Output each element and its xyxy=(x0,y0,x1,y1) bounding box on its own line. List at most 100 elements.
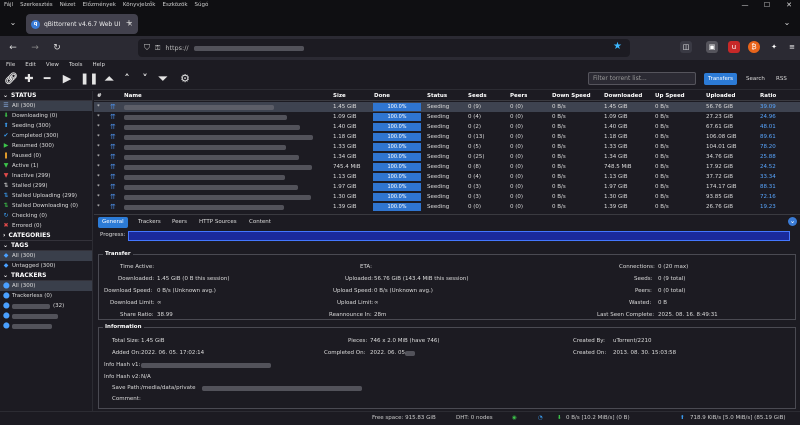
tab-peers[interactable]: Peers xyxy=(168,217,191,228)
sidebar-item-status[interactable]: ↻ Checking (0) xyxy=(0,211,92,221)
tab-list-icon[interactable]: ⌄ xyxy=(6,16,20,30)
collapse-panel-icon[interactable]: ⌄ xyxy=(788,217,797,226)
col-header-uploaded[interactable]: Uploaded xyxy=(706,91,735,101)
table-row[interactable]: * 1.40 GiB Seeding 0 (2) 0 (0) 0 B/s 1.40 GiB 0… xyxy=(94,122,800,132)
table-row[interactable]: * 1.30 GiB Seeding 0 (3) 0 (0) 0 B/s 1.30 GiB 0… xyxy=(94,192,800,202)
menu-icon[interactable]: ≡ xyxy=(786,41,798,53)
tab-http-sources[interactable]: HTTP Sources xyxy=(195,217,241,228)
sidebar-item-status[interactable]: ❚ Paused (0) xyxy=(0,151,92,161)
sidebar-item-status[interactable]: ⇅ Stalled Uploading (299) xyxy=(0,191,92,201)
sidebar-item-status[interactable]: ⇅ Stalled Downloading (0) xyxy=(0,201,92,211)
queue-bottom-icon[interactable]: ⏷ xyxy=(156,72,170,86)
link-icon[interactable]: 🔗︎ xyxy=(4,72,18,86)
sidebar-item-status[interactable]: ▼ Active (1) xyxy=(0,161,92,171)
status-header[interactable]: ⌄ STATUS xyxy=(0,91,92,101)
os-menu-view[interactable]: Nézet xyxy=(60,2,76,8)
col-header-ratio[interactable]: Ratio xyxy=(760,91,776,101)
pause-icon[interactable]: ❚❚ xyxy=(80,72,98,86)
os-menu-bookmarks[interactable]: Könyvjelzők xyxy=(123,2,156,8)
table-row[interactable]: * 1.09 GiB Seeding 0 (4) 0 (0) 0 B/s 1.09 GiB 0… xyxy=(94,112,800,122)
forward-icon[interactable]: → xyxy=(28,41,42,55)
menu-file[interactable]: File xyxy=(6,62,15,68)
back-icon[interactable]: ← xyxy=(6,41,20,55)
os-menu-file[interactable]: Fájl xyxy=(4,2,13,8)
col-header-downloaded[interactable]: Downloaded xyxy=(604,91,642,101)
col-header-name[interactable]: Name xyxy=(124,91,142,101)
menu-view[interactable]: View xyxy=(46,62,59,68)
remove-icon[interactable]: ━ xyxy=(40,72,54,86)
sidebar-item-status[interactable]: ⬇ Downloading (0) xyxy=(0,111,92,121)
maximize-button[interactable]: ☐ xyxy=(756,0,778,10)
list-all-tabs-icon[interactable]: ⌄ xyxy=(780,16,794,30)
sidebar-item-tracker[interactable]: ⬤ xyxy=(0,311,92,321)
addon-icon[interactable]: ₿ xyxy=(748,41,760,53)
tab-content[interactable]: Content xyxy=(245,217,275,228)
star-icon[interactable]: ★ xyxy=(613,41,622,52)
queue-top-icon[interactable]: ⏶ xyxy=(102,72,116,86)
settings-icon[interactable]: ⚙ xyxy=(178,72,192,86)
col-header-up-speed[interactable]: Up Speed xyxy=(655,91,685,101)
col-header-peers[interactable]: Peers xyxy=(510,91,527,101)
categories-header[interactable]: › CATEGORIES xyxy=(0,231,92,241)
ublock-icon[interactable]: u xyxy=(728,41,740,53)
extensions-icon[interactable]: ✦ xyxy=(768,41,780,53)
tab-search[interactable]: Search xyxy=(742,73,769,85)
menu-help[interactable]: Help xyxy=(93,62,106,68)
table-row[interactable]: * 1.33 GiB Seeding 0 (5) 0 (0) 0 B/s 1.33 GiB 0… xyxy=(94,142,800,152)
extension-box-icon[interactable]: ▣ xyxy=(706,41,718,53)
minimize-button[interactable]: — xyxy=(734,0,756,10)
os-menu-tools[interactable]: Eszközök xyxy=(162,2,187,8)
table-row[interactable]: * 745.4 MiB Seeding 0 (8) 0 (0) 0 B/s 748.5 Mi… xyxy=(94,162,800,172)
sidebar-item-tags-all[interactable]: ◆ All (300) xyxy=(0,251,92,261)
tab-transfers[interactable]: Transfers xyxy=(704,73,737,85)
filter-input[interactable]: Filter torrent list... xyxy=(588,72,696,85)
os-menu-help[interactable]: Súgó xyxy=(195,2,209,8)
sidebar-item-status[interactable]: ⇅ Stalled (299) xyxy=(0,181,92,191)
col-header-num[interactable]: # xyxy=(97,91,102,101)
alt-speed-icon[interactable]: ◔ xyxy=(538,415,543,421)
sidebar-item-status[interactable]: ⬆ Seeding (300) xyxy=(0,121,92,131)
tab-general[interactable]: General xyxy=(98,217,128,228)
pocket-icon[interactable]: ◫ xyxy=(680,41,692,53)
col-header-status[interactable]: Status xyxy=(427,91,447,101)
sidebar-item-status[interactable]: ✔ Completed (300) xyxy=(0,131,92,141)
sidebar-item-status[interactable]: ☰ All (300) xyxy=(0,101,92,111)
add-icon[interactable]: ✚ xyxy=(22,72,36,86)
table-row[interactable]: * 1.18 GiB Seeding 0 (13) 0 (0) 0 B/s 1.18 GiB… xyxy=(94,132,800,142)
tags-header[interactable]: ⌄ TAGS xyxy=(0,241,92,251)
menu-tools[interactable]: Tools xyxy=(69,62,83,68)
queue-up-icon[interactable]: ˄ xyxy=(120,72,134,86)
table-row[interactable]: * 1.97 GiB Seeding 0 (3) 0 (0) 0 B/s 1.97 GiB 0… xyxy=(94,182,800,192)
resume-icon[interactable]: ▶ xyxy=(60,72,74,86)
sidebar-item-status[interactable]: ▶ Resumed (300) xyxy=(0,141,92,151)
new-tab-button[interactable]: + xyxy=(122,16,136,30)
table-row[interactable]: * 1.34 GiB Seeding 0 (25) 0 (0) 0 B/s 1.34 GiB… xyxy=(94,152,800,162)
tab-trackers[interactable]: Trackers xyxy=(134,217,165,228)
lock-icon[interactable]: ⚿ xyxy=(155,44,160,53)
menu-edit[interactable]: Edit xyxy=(25,62,36,68)
col-header-done[interactable]: Done xyxy=(374,91,390,101)
os-menu-history[interactable]: Előzmények xyxy=(83,2,116,8)
reload-icon[interactable]: ↻ xyxy=(50,41,64,55)
col-header-seeds[interactable]: Seeds xyxy=(468,91,487,101)
col-header-down-speed[interactable]: Down Speed xyxy=(552,91,591,101)
sidebar-item-trackers-all[interactable]: ⬤ All (300) xyxy=(0,281,92,291)
sidebar-item-trackerless[interactable]: ⬤ Trackerless (0) xyxy=(0,291,92,301)
queue-down-icon[interactable]: ˅ xyxy=(138,72,152,86)
tab-rss[interactable]: RSS xyxy=(772,73,791,85)
close-window-button[interactable]: ✕ xyxy=(778,0,800,10)
table-row[interactable]: * 1.39 GiB Seeding 0 (0) 0 (0) 0 B/s 1.39 GiB 0… xyxy=(94,202,800,212)
connection-status-icon[interactable]: ◉ xyxy=(512,415,517,421)
sidebar-item-untagged[interactable]: ◆ Untagged (300) xyxy=(0,261,92,271)
table-row[interactable]: * 1.45 GiB Seeding 0 (9) 0 (0) 0 B/s 1.45 GiB 0… xyxy=(94,102,800,112)
sidebar-item-status[interactable]: ✖ Errored (0) xyxy=(0,221,92,231)
sidebar-item-status[interactable]: ▼ Inactive (299) xyxy=(0,171,92,181)
os-menu-edit[interactable]: Szerkesztés xyxy=(20,2,53,8)
sidebar-item-tracker[interactable]: ⬤ (32) xyxy=(0,301,92,311)
sidebar-item-tracker[interactable]: ⬤ xyxy=(0,321,92,331)
table-row[interactable]: * 1.13 GiB Seeding 0 (4) 0 (0) 0 B/s 1.13 GiB 0… xyxy=(94,172,800,182)
url-bar[interactable]: ⛉ ⚿ https:// ★ xyxy=(138,39,630,57)
col-header-size[interactable]: Size xyxy=(333,91,346,101)
shield-icon[interactable]: ⛉ xyxy=(144,43,150,53)
trackers-header[interactable]: ⌄ TRACKERS xyxy=(0,271,92,281)
